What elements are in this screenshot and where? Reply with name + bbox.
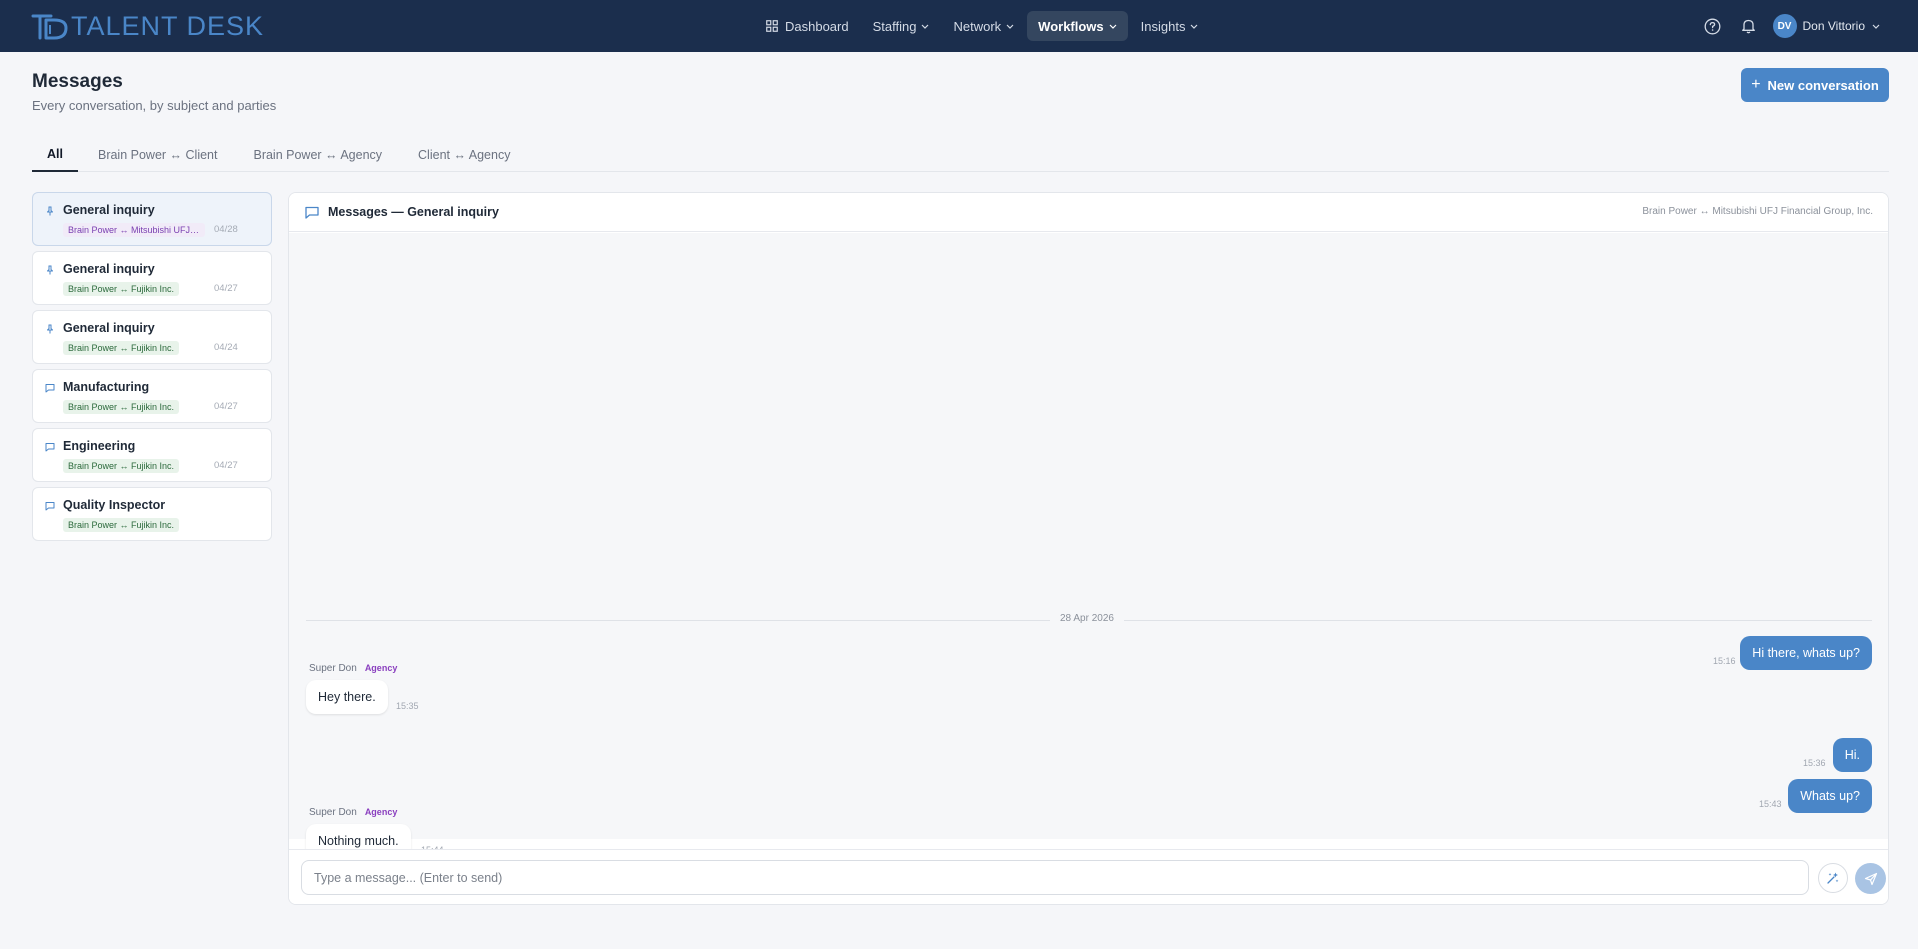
composer [289, 849, 1888, 904]
outgoing-message: Whats up? [1788, 779, 1872, 813]
conversation-date: 04/27 [214, 283, 238, 294]
outgoing-message: Hi there, whats up? [1740, 636, 1872, 670]
parties-badge: Brain Power ↔ Fujikin Inc. [63, 341, 180, 355]
tab-brain-power-client[interactable]: Brain Power ↔ Client [82, 138, 234, 172]
conversation-item[interactable]: General inquiry Brain Power ↔ Fujikin In… [32, 251, 272, 305]
send-button[interactable] [1855, 863, 1886, 894]
nav-dashboard[interactable]: Dashboard [755, 11, 860, 41]
chat-header: Messages — General inquiry Brain Power ↔… [289, 193, 1888, 232]
chat-icon [45, 502, 55, 511]
conversation-date: 04/27 [214, 401, 238, 412]
chevron-down-icon [1872, 24, 1880, 29]
help-button[interactable] [1701, 14, 1725, 38]
conversation-title: Manufacturing [63, 380, 150, 394]
sender-name: Super Don [309, 807, 357, 818]
page-subtitle: Every conversation, by subject and parti… [32, 98, 277, 113]
conversation-title: General inquiry [63, 203, 155, 217]
chat-parties: Brain Power ↔ Mitsubishi UFJ Financial G… [1642, 206, 1873, 217]
topbar-actions: DV Don Vittorio [1701, 12, 1880, 40]
message-time: 15:43 [1759, 799, 1782, 809]
conversation-item[interactable]: Engineering Brain Power ↔ Fujikin Inc. 0… [32, 428, 272, 482]
message-input[interactable] [301, 860, 1809, 895]
pin-icon [47, 206, 53, 216]
chevron-down-icon [1191, 24, 1198, 29]
conversation-date: 04/28 [214, 224, 238, 235]
new-conversation-label: New conversation [1767, 77, 1879, 93]
conversation-list: General inquiry Brain Power ↔ Mitsubishi… [32, 192, 272, 546]
user-name: Don Vittorio [1802, 19, 1865, 33]
grid-icon [766, 20, 778, 32]
app-name: TALENT DESK [71, 10, 265, 41]
conversation-title: Quality Inspector [63, 498, 166, 512]
nav-dashboard-label: Dashboard [785, 18, 849, 34]
logo-icon [31, 14, 68, 40]
parties-badge: Brain Power ↔ Fujikin Inc. [63, 518, 180, 532]
message-time: 15:35 [396, 701, 419, 711]
parties-badge: Brain Power ↔ Fujikin Inc. [63, 282, 180, 296]
conversation-item[interactable]: General inquiry Brain Power ↔ Mitsubishi… [32, 192, 272, 246]
send-icon [1864, 872, 1877, 885]
app-logo[interactable]: TALENT DESK [31, 10, 264, 42]
incoming-message: Hey there. [306, 680, 388, 714]
nav-staffing-label: Staffing [872, 18, 917, 34]
message-time: 15:36 [1803, 758, 1826, 768]
ai-assist-button[interactable] [1818, 863, 1848, 893]
parties-badge: Brain Power ↔ Fujikin Inc. [63, 400, 180, 414]
conversation-title: Engineering [63, 439, 136, 453]
avatar: DV [1772, 14, 1797, 38]
conversation-item[interactable]: Manufacturing Brain Power ↔ Fujikin Inc.… [32, 369, 272, 423]
conversation-item[interactable]: Quality Inspector Brain Power ↔ Fujikin … [32, 487, 272, 541]
sender-name: Super Don [309, 663, 357, 674]
message-sender: Super Don Agency [309, 807, 397, 818]
parties-badge: Brain Power ↔ Fujikin Inc. [63, 459, 180, 473]
new-conversation-button[interactable]: + New conversation [1741, 68, 1889, 102]
pin-icon [47, 324, 53, 334]
nav-network-label: Network [953, 18, 1002, 34]
nav-insights-label: Insights [1140, 18, 1186, 34]
plus-icon: + [1751, 76, 1761, 93]
nav-staffing[interactable]: Staffing [862, 11, 941, 41]
chevron-down-icon [1109, 24, 1117, 29]
main-nav: Dashboard Staffing Network Workflows Ins… [755, 11, 1211, 41]
conversation-date: 04/27 [214, 460, 238, 471]
pin-icon [47, 265, 53, 275]
agency-badge: Agency [364, 807, 398, 817]
nav-workflows-label: Workflows [1038, 18, 1104, 34]
chat-icon [45, 443, 55, 452]
message-sender: Super Don Agency [309, 663, 397, 674]
nav-insights[interactable]: Insights [1130, 11, 1210, 41]
outgoing-message: Hi. [1832, 738, 1872, 772]
nav-workflows[interactable]: Workflows [1027, 11, 1128, 41]
conversation-title: General inquiry [63, 262, 155, 276]
conversation-date: 04/24 [214, 342, 238, 353]
user-menu[interactable]: DV Don Vittorio [1772, 14, 1880, 38]
chat-icon [305, 206, 319, 219]
chat-title: Messages — General inquiry [328, 205, 499, 219]
message-time: 15:16 [1713, 656, 1736, 666]
tab-brain-power-agency[interactable]: Brain Power ↔ Agency [237, 138, 398, 172]
message-thread[interactable]: 28 Apr 2026 Hi there, whats up? 15:16 Su… [289, 233, 1888, 858]
help-icon [1704, 18, 1721, 34]
date-separator: 28 Apr 2026 [306, 613, 1872, 627]
agency-badge: Agency [364, 663, 398, 673]
chat-panel: Messages — General inquiry Brain Power ↔… [288, 192, 1889, 905]
sparkle-icon [1827, 872, 1839, 884]
chevron-down-icon [922, 24, 929, 29]
filter-tabs: All Brain Power ↔ Client Brain Power ↔ A… [32, 138, 1889, 172]
conversation-title: General inquiry [63, 321, 155, 335]
conversation-item[interactable]: General inquiry Brain Power ↔ Fujikin In… [32, 310, 272, 364]
top-navbar: TALENT DESK Dashboard Staffing Network W… [0, 0, 1918, 52]
parties-badge: Brain Power ↔ Mitsubishi UFJ Financial G… [63, 223, 205, 237]
page-title: Messages [32, 71, 123, 92]
nav-network[interactable]: Network [942, 11, 1025, 41]
tab-client-agency[interactable]: Client ↔ Agency [402, 138, 526, 172]
bell-icon [1742, 19, 1755, 34]
notifications-button[interactable] [1737, 14, 1761, 38]
date-separator-label: 28 Apr 2026 [1050, 613, 1124, 624]
chevron-down-icon [1006, 24, 1014, 29]
chat-icon [45, 384, 55, 393]
tab-all[interactable]: All [32, 138, 78, 172]
